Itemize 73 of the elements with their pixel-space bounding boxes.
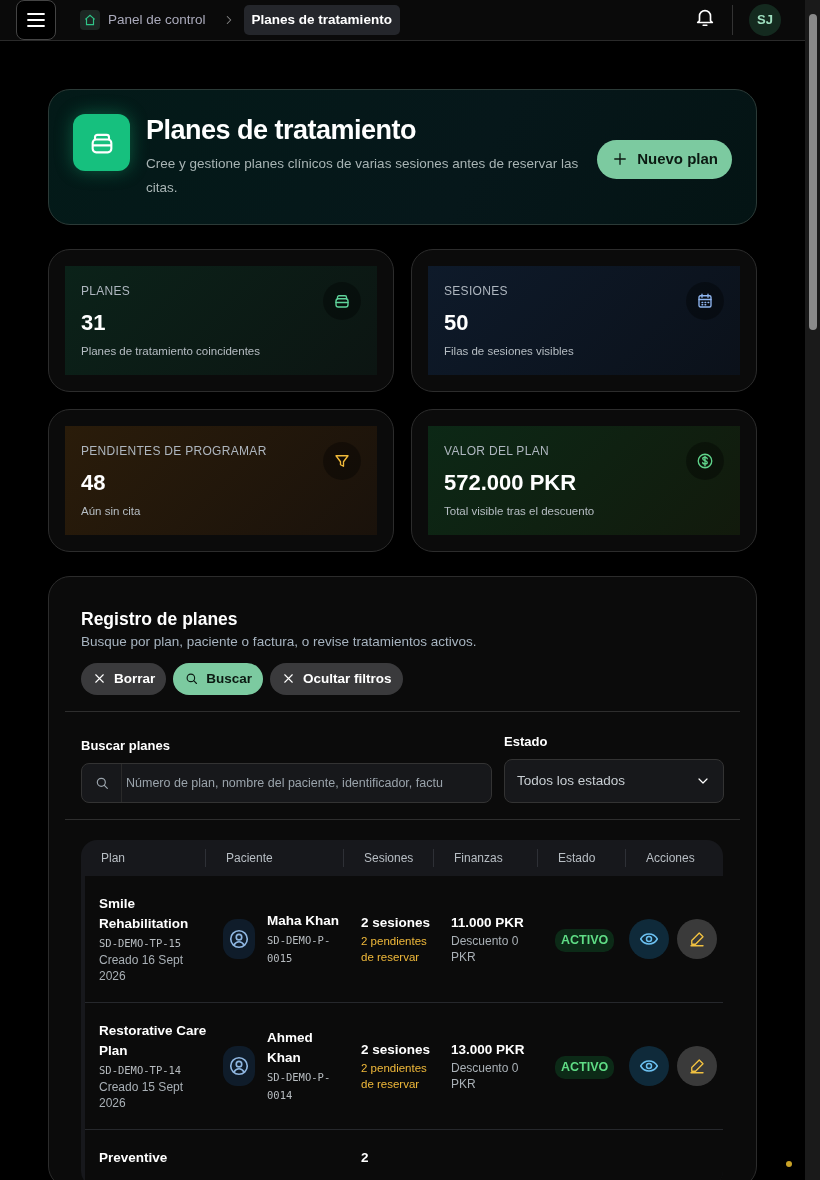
status-badge: ACTIVO — [555, 929, 615, 952]
column-header: Finanzas — [433, 849, 537, 868]
search-icon — [184, 671, 200, 687]
status-badge: ACTIVO — [555, 1056, 615, 1079]
created-date: Creado 15 Sept 2026 — [99, 1079, 185, 1112]
stat-caption: Filas de sesiones visibles — [444, 344, 574, 360]
hide-filters-button[interactable]: Ocultar filtros — [270, 662, 403, 695]
new-plan-button[interactable]: Nuevo plan — [597, 140, 732, 179]
stat-label: SESIONES — [444, 283, 509, 301]
column-header: Acciones — [625, 849, 723, 868]
section-title: Registro de planes — [81, 609, 239, 631]
stat-value: 31 — [81, 309, 107, 338]
column-header: Plan — [100, 850, 127, 868]
field-label: Buscar planes — [81, 736, 171, 755]
search-field[interactable]: Número de plan, nombre del paciente, identificador, factu — [122, 774, 491, 793]
plan-name: Smile Rehabilitation — [99, 895, 190, 934]
stat-caption: Total visible tras el descuento — [444, 504, 595, 520]
stat-value: 572.000 PKR — [444, 469, 578, 498]
session-count: 2 sesiones — [361, 1041, 432, 1060]
calendar-icon — [696, 292, 714, 311]
plan-amount: 11.000 PKR — [451, 914, 525, 933]
clear-button[interactable]: Borrar — [81, 662, 167, 695]
edit-button[interactable] — [677, 1046, 717, 1087]
patient-id: SD-DEMO-P-0015 — [267, 933, 332, 967]
avatar[interactable]: SJ — [749, 4, 781, 36]
status-dot-icon — [786, 1161, 792, 1167]
session-count: 2 sesiones — [361, 914, 432, 933]
dollar-icon — [696, 452, 714, 471]
patient-name: Maha Khan — [267, 912, 340, 931]
search-box[interactable]: Número de plan, nombre del paciente, identificador, factu — [81, 763, 492, 804]
pencil-icon — [688, 1057, 706, 1076]
stat-value: 50 — [444, 309, 470, 338]
column-header: Paciente — [205, 849, 343, 868]
stat-value: 48 — [81, 469, 107, 498]
plan-code: SD-DEMO-TP-14 — [99, 1063, 183, 1079]
scrollbar[interactable] — [805, 0, 820, 1180]
field-label: Estado — [504, 732, 549, 751]
created-date: Creado 16 Sept 2026 — [99, 952, 185, 985]
plan-amount: 13.000 PKR — [451, 1041, 526, 1060]
plan-name: Preventive — [99, 1149, 169, 1168]
user-icon — [228, 928, 250, 951]
stat-label: PLANES — [81, 283, 132, 301]
pending-sessions: 2 pendientes de reservar — [361, 1061, 428, 1093]
pending-sessions: 2 pendientes de reservar — [361, 934, 428, 966]
stat-label: VALOR DEL PLAN — [444, 443, 550, 461]
patient-name: Ahmed Khan — [267, 1029, 314, 1068]
breadcrumb-link[interactable]: Panel de control — [72, 4, 214, 36]
stat-label: PENDIENTES DE PROGRAMAR — [81, 443, 267, 461]
status-dropdown[interactable]: Todos los estados — [504, 759, 724, 804]
breadcrumb-link[interactable]: Planes de tratamiento — [243, 4, 400, 36]
page-description: Cree y gestione planes clínicos de varias sesiones antes de reservar las citas. — [146, 155, 580, 198]
tray-icon — [333, 292, 351, 311]
menu-button[interactable] — [16, 0, 56, 40]
stat-caption: Planes de tratamiento coincidentes — [81, 344, 260, 360]
discount-text: Descuento 0 PKR — [451, 933, 520, 966]
patient-id: SD-DEMO-P-0014 — [267, 1070, 332, 1104]
pencil-icon — [688, 930, 706, 949]
section-description: Busque por plan, paciente o factura, o revise tratamientos activos. — [81, 633, 478, 652]
column-header: Sesiones — [343, 849, 433, 868]
column-header: Estado — [537, 849, 625, 868]
plan-code: SD-DEMO-TP-15 — [99, 936, 183, 952]
edit-button[interactable] — [677, 919, 717, 960]
view-button[interactable] — [629, 1046, 669, 1087]
stat-caption: Aún sin cita — [81, 504, 142, 520]
search-button[interactable]: Buscar — [173, 662, 264, 695]
home-icon — [80, 10, 100, 30]
user-icon — [228, 1055, 250, 1078]
session-count: 2 — [361, 1149, 370, 1168]
view-button[interactable] — [629, 919, 669, 960]
page-title: Planes de tratamiento — [146, 114, 418, 147]
plan-name: Restorative Care Plan — [99, 1022, 208, 1061]
tray-icon — [73, 114, 130, 171]
discount-text: Descuento 0 PKR — [451, 1060, 520, 1093]
